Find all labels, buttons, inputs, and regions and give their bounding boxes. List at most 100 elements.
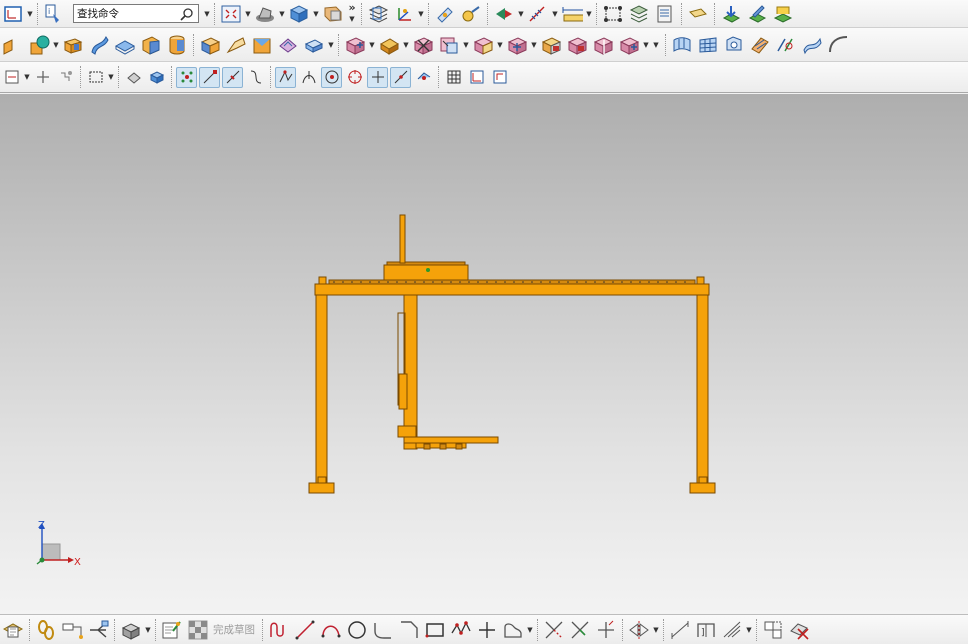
surface-icon[interactable] bbox=[670, 33, 694, 57]
split-body-icon[interactable] bbox=[437, 33, 461, 57]
section-icon[interactable] bbox=[321, 2, 345, 26]
datum-icon[interactable] bbox=[433, 2, 457, 26]
delete-icon[interactable] bbox=[787, 618, 811, 642]
link-icon[interactable] bbox=[34, 618, 58, 642]
spline-icon[interactable] bbox=[501, 618, 525, 642]
gantry-crane-model[interactable] bbox=[0, 94, 968, 614]
more-icon[interactable]: ▼ bbox=[650, 39, 662, 50]
chevron-down-icon[interactable]: ▼ bbox=[462, 35, 470, 55]
analysis-icon[interactable] bbox=[492, 2, 516, 26]
search-input[interactable] bbox=[74, 7, 178, 20]
chevron-down-icon[interactable]: ▼ bbox=[517, 4, 525, 24]
edit-sketch-icon[interactable] bbox=[160, 618, 184, 642]
arc-icon[interactable] bbox=[319, 618, 343, 642]
pattern-icon[interactable] bbox=[565, 33, 589, 57]
chevron-down-icon[interactable]: ▼ bbox=[496, 35, 504, 55]
fork-icon[interactable] bbox=[86, 618, 110, 642]
snap-mid-icon[interactable] bbox=[222, 66, 243, 88]
subtract-icon[interactable] bbox=[505, 33, 529, 57]
intersect-icon[interactable] bbox=[539, 33, 563, 57]
snap-end-icon[interactable] bbox=[199, 66, 220, 88]
chevron-down-icon[interactable]: ▼ bbox=[244, 4, 252, 24]
finish-sketch-icon[interactable] bbox=[186, 618, 210, 642]
snap-point-icon[interactable] bbox=[367, 66, 388, 88]
chevron-down-icon[interactable]: ▼ bbox=[26, 4, 34, 24]
chamfer-icon[interactable] bbox=[302, 33, 326, 57]
blend-icon[interactable] bbox=[276, 33, 300, 57]
chevron-down-icon[interactable]: ▼ bbox=[312, 4, 320, 24]
swoop-icon[interactable] bbox=[800, 33, 824, 57]
mirror-sketch-icon[interactable] bbox=[627, 618, 651, 642]
trim-icon[interactable] bbox=[542, 618, 566, 642]
part-navigator-icon[interactable] bbox=[653, 2, 677, 26]
move-object-icon[interactable] bbox=[617, 33, 641, 57]
sketch-frame-icon[interactable] bbox=[1, 2, 25, 26]
profile-icon[interactable] bbox=[267, 618, 291, 642]
csys-icon[interactable] bbox=[392, 2, 416, 26]
snap-tangent-icon[interactable] bbox=[298, 67, 319, 88]
polygon-icon[interactable] bbox=[449, 618, 473, 642]
add-part-icon[interactable] bbox=[119, 618, 143, 642]
chevron-down-icon[interactable]: ▼ bbox=[52, 35, 60, 55]
box-icon[interactable] bbox=[198, 33, 222, 57]
move-icon[interactable] bbox=[32, 67, 53, 88]
unite-icon[interactable] bbox=[471, 33, 495, 57]
edit-icon[interactable] bbox=[745, 2, 769, 26]
thicken-icon[interactable] bbox=[113, 33, 137, 57]
sketch-plane-icon[interactable] bbox=[1, 618, 25, 642]
chevron-down-icon[interactable]: ▼ bbox=[652, 620, 660, 640]
view-triad-icon[interactable] bbox=[466, 67, 487, 88]
fit-view-icon[interactable] bbox=[219, 2, 243, 26]
mirror-icon[interactable] bbox=[591, 33, 615, 57]
corner-icon[interactable] bbox=[594, 618, 618, 642]
window-icon[interactable] bbox=[85, 67, 106, 88]
dimension-icon[interactable] bbox=[668, 618, 692, 642]
cylinder-icon[interactable] bbox=[165, 33, 189, 57]
chevron-down-icon[interactable]: ▼ bbox=[107, 67, 115, 87]
extend-icon[interactable] bbox=[568, 618, 592, 642]
snap-line-icon[interactable] bbox=[390, 66, 411, 88]
chamfer-sketch-icon[interactable] bbox=[397, 618, 421, 642]
stack-icon[interactable] bbox=[627, 2, 651, 26]
assembly-icon[interactable] bbox=[146, 67, 167, 88]
more-icon[interactable]: » ▼ bbox=[346, 2, 358, 24]
point-set-icon[interactable] bbox=[601, 2, 625, 26]
select-icon[interactable] bbox=[1, 67, 22, 88]
chevron-down-icon[interactable]: ▼ bbox=[417, 4, 425, 24]
snap-grid-icon[interactable] bbox=[176, 66, 197, 88]
mesh-icon[interactable] bbox=[696, 33, 720, 57]
snap-center-icon[interactable] bbox=[321, 66, 342, 88]
line-icon[interactable] bbox=[293, 618, 317, 642]
block-icon[interactable] bbox=[61, 33, 85, 57]
export-icon[interactable] bbox=[719, 2, 743, 26]
finish-sketch-label[interactable]: 完成草图 bbox=[213, 622, 255, 637]
snap-intersect-icon[interactable] bbox=[275, 66, 296, 88]
draft-icon[interactable] bbox=[250, 33, 274, 57]
revolve-icon[interactable] bbox=[27, 33, 51, 57]
fillet-icon[interactable] bbox=[371, 618, 395, 642]
info-icon[interactable]: i bbox=[42, 2, 66, 26]
snap-curve-icon[interactable] bbox=[245, 67, 266, 88]
trim-body-icon[interactable] bbox=[411, 33, 435, 57]
circle-icon[interactable] bbox=[345, 618, 369, 642]
loft-icon[interactable] bbox=[774, 33, 798, 57]
layer-icon[interactable] bbox=[366, 2, 390, 26]
chevron-down-icon[interactable]: ▼ bbox=[278, 4, 286, 24]
chevron-down-icon[interactable]: ▼ bbox=[144, 620, 152, 640]
sheet-icon[interactable] bbox=[224, 33, 248, 57]
dimension-measure-icon[interactable] bbox=[560, 2, 584, 26]
chevron-down-icon[interactable]: ▼ bbox=[585, 4, 593, 24]
chevron-down-icon[interactable]: ▼ bbox=[327, 35, 335, 55]
cross-point-icon[interactable] bbox=[475, 618, 499, 642]
ruler-icon[interactable] bbox=[526, 2, 550, 26]
chevron-down-icon[interactable]: ▼ bbox=[203, 4, 211, 24]
chevron-down-icon[interactable]: ▼ bbox=[402, 35, 410, 55]
tag-icon[interactable] bbox=[686, 2, 710, 26]
studio-surface-icon[interactable] bbox=[826, 33, 850, 57]
chevron-down-icon[interactable]: ▼ bbox=[551, 4, 559, 24]
snap-quadrant-icon[interactable] bbox=[344, 67, 365, 88]
offset-curve-icon[interactable]: ] bbox=[694, 618, 718, 642]
chevron-down-icon[interactable]: ▼ bbox=[368, 35, 376, 55]
chevron-down-icon[interactable]: ▼ bbox=[526, 620, 534, 640]
sample-icon[interactable] bbox=[55, 67, 76, 88]
